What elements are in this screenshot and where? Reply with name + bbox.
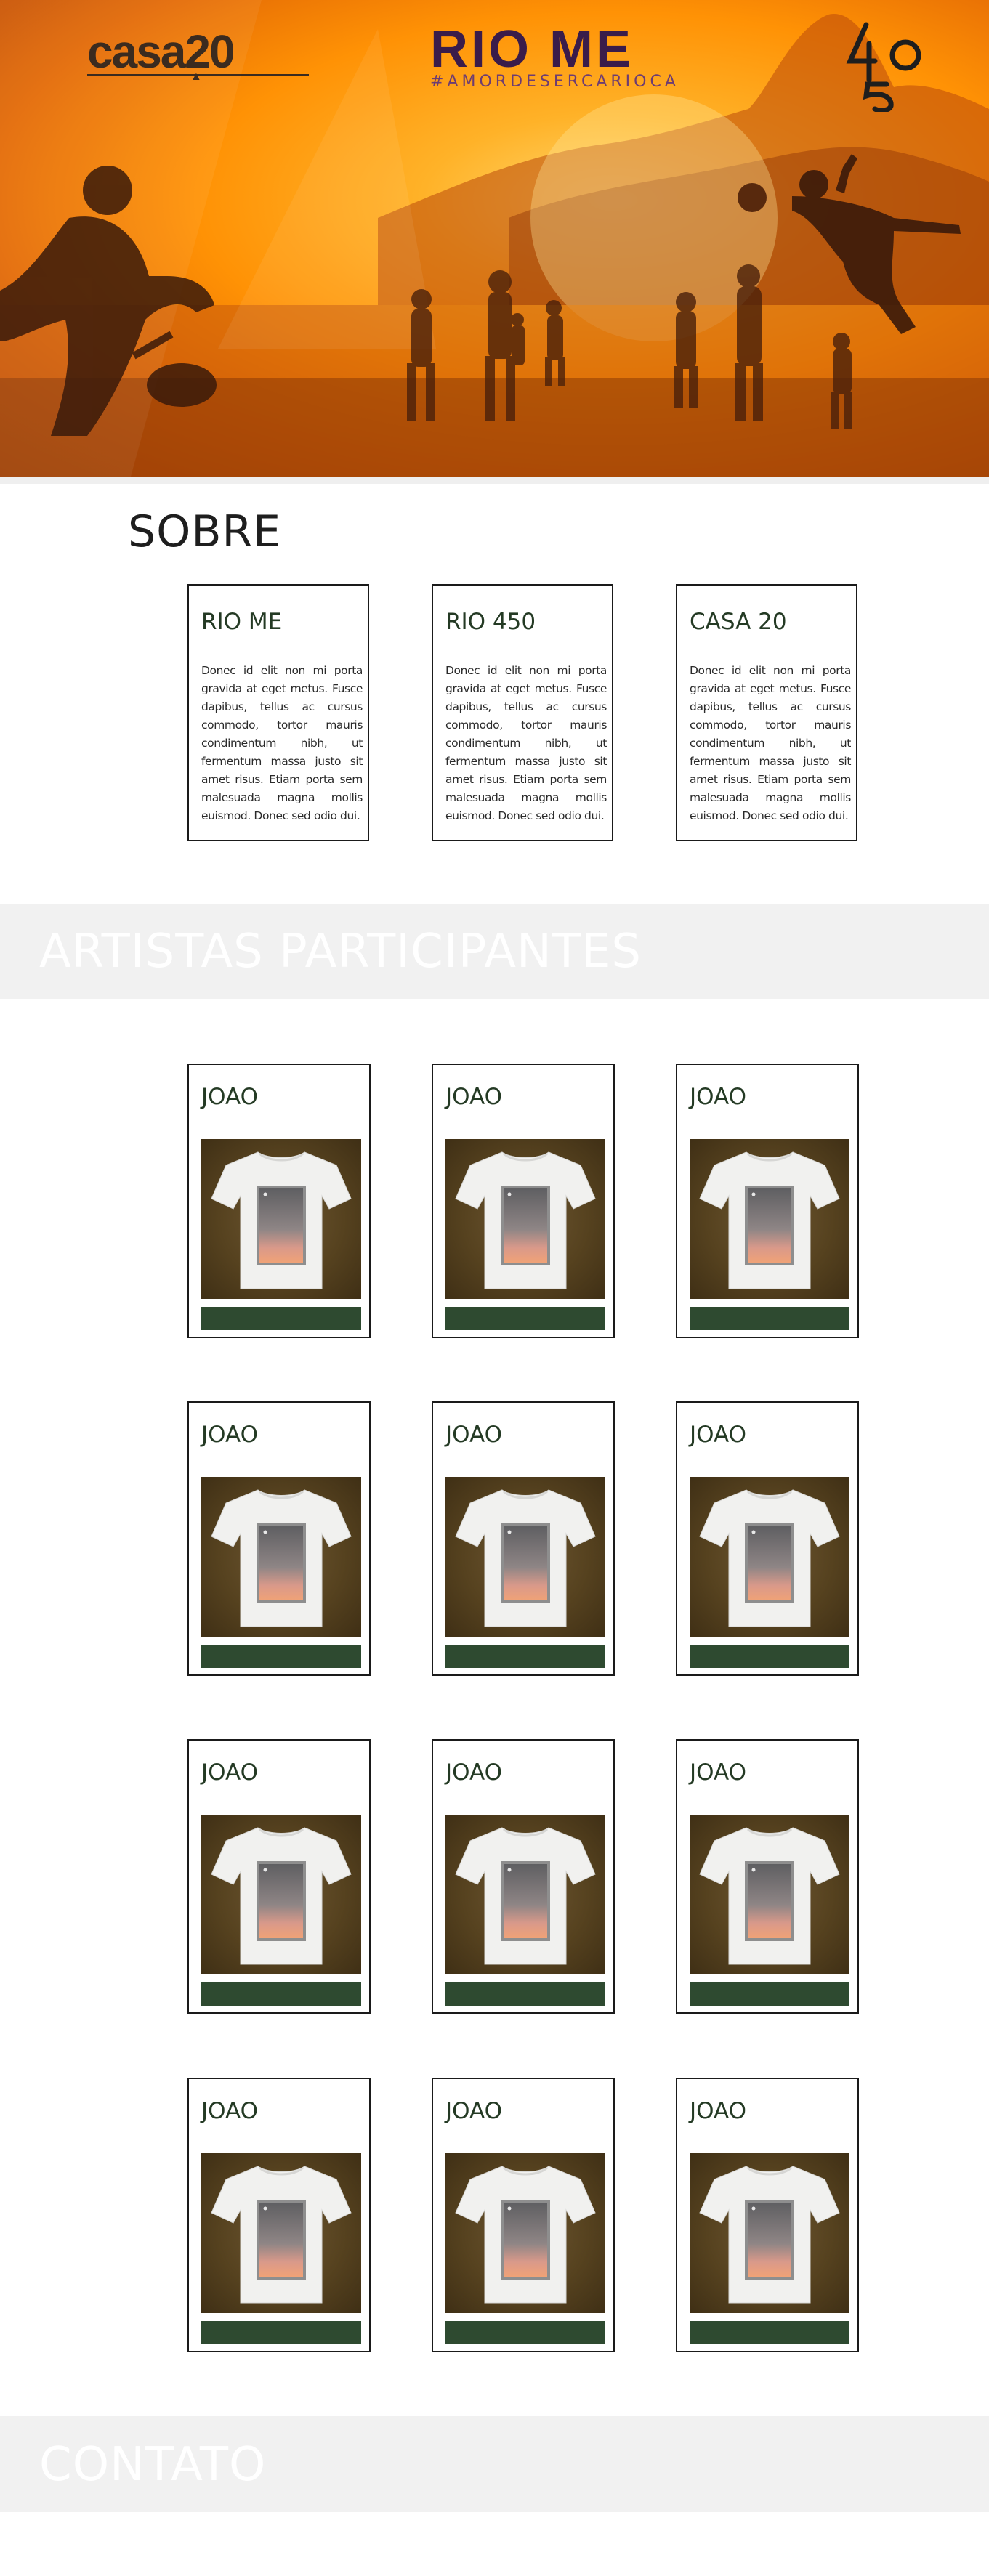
artistas-band: ARTISTAS PARTICIPANTES	[0, 904, 989, 999]
artist-name: JOAO	[690, 1422, 747, 1448]
artist-name: JOAO	[201, 1422, 259, 1448]
artist-name: JOAO	[445, 1759, 503, 1786]
sobre-card-text: Donec id elit non mi porta gravida at eg…	[445, 664, 607, 822]
tshirt-image[interactable]	[690, 1815, 849, 1974]
artist-card[interactable]: JOAO	[432, 1064, 615, 1338]
sobre-card-text: Donec id elit non mi porta gravida at eg…	[690, 664, 851, 822]
tree-icon: ▲	[190, 70, 202, 83]
sobre-card-rio-450: RIO 450 Donec id elit non mi porta gravi…	[432, 584, 613, 841]
artist-action-button[interactable]	[690, 1982, 849, 2006]
tshirt-image[interactable]	[201, 1477, 361, 1637]
artist-name: JOAO	[690, 1759, 747, 1786]
artist-card[interactable]: JOAO	[676, 2078, 859, 2352]
tshirt-image[interactable]	[201, 1815, 361, 1974]
sobre-card-text: Donec id elit non mi porta gravida at eg…	[201, 664, 363, 822]
artist-action-button[interactable]	[201, 1645, 361, 1668]
artist-action-button[interactable]	[690, 1645, 849, 1668]
tshirt-image[interactable]	[690, 1139, 849, 1299]
artist-card[interactable]: JOAO	[432, 1401, 615, 1676]
rio450-logo[interactable]	[846, 17, 933, 112]
artist-card[interactable]: JOAO	[187, 1401, 371, 1676]
sobre-card-title: RIO ME	[201, 609, 283, 635]
artist-action-button[interactable]	[445, 2321, 605, 2344]
artist-card[interactable]: JOAO	[676, 1401, 859, 1676]
hashtag-text: #AMORDESERCARIOCA	[430, 73, 679, 91]
artist-card[interactable]: JOAO	[432, 1739, 615, 2014]
artist-name: JOAO	[445, 1422, 503, 1448]
artist-name: JOAO	[445, 1084, 503, 1110]
artist-card[interactable]: JOAO	[187, 1064, 371, 1338]
artist-name: JOAO	[690, 1084, 747, 1110]
riome-logo-text: RIO ME	[430, 20, 634, 78]
artist-name: JOAO	[201, 1759, 259, 1786]
tshirt-image[interactable]	[445, 1477, 605, 1637]
tshirt-image[interactable]	[201, 1139, 361, 1299]
artist-action-button[interactable]	[445, 1645, 605, 1668]
contato-band: CONTATO	[0, 2416, 989, 2512]
tshirt-image[interactable]	[201, 2153, 361, 2313]
hero-banner: casa20 ▲ RIO ME #AMORDESERCARIOCA	[0, 0, 989, 477]
artist-name: JOAO	[201, 1084, 259, 1110]
contato-section-title: CONTATO	[39, 2438, 267, 2492]
sobre-card-title: RIO 450	[445, 609, 536, 635]
artist-card[interactable]: JOAO	[432, 2078, 615, 2352]
artistas-section-title: ARTISTAS PARTICIPANTES	[39, 925, 642, 979]
tshirt-image[interactable]	[445, 2153, 605, 2313]
artist-name: JOAO	[690, 2098, 747, 2124]
artist-card[interactable]: JOAO	[676, 1064, 859, 1338]
artist-action-button[interactable]	[690, 1307, 849, 1330]
artist-name: JOAO	[445, 2098, 503, 2124]
casa20-logo[interactable]: casa20 ▲	[87, 26, 312, 84]
artist-action-button[interactable]	[445, 1307, 605, 1330]
sobre-card-rio-me: RIO ME Donec id elit non mi porta gravid…	[187, 584, 369, 841]
tshirt-image[interactable]	[690, 2153, 849, 2313]
tshirt-image[interactable]	[445, 1815, 605, 1974]
tshirt-image[interactable]	[690, 1477, 849, 1637]
artist-action-button[interactable]	[445, 1982, 605, 2006]
casa20-logo-text: casa20	[87, 25, 235, 78]
sobre-section-title: SOBRE	[128, 506, 282, 557]
sobre-card-casa-20: CASA 20 Donec id elit non mi porta gravi…	[676, 584, 857, 841]
artist-card[interactable]: JOAO	[187, 1739, 371, 2014]
artist-action-button[interactable]	[201, 2321, 361, 2344]
artist-action-button[interactable]	[201, 1307, 361, 1330]
artist-card[interactable]: JOAO	[187, 2078, 371, 2352]
hero-divider	[0, 477, 989, 484]
tshirt-image[interactable]	[445, 1139, 605, 1299]
artist-action-button[interactable]	[690, 2321, 849, 2344]
artist-name: JOAO	[201, 2098, 259, 2124]
riome-logo[interactable]: RIO ME #AMORDESERCARIOCA	[430, 22, 692, 102]
artist-card[interactable]: JOAO	[676, 1739, 859, 2014]
sobre-card-title: CASA 20	[690, 609, 787, 635]
artist-action-button[interactable]	[201, 1982, 361, 2006]
